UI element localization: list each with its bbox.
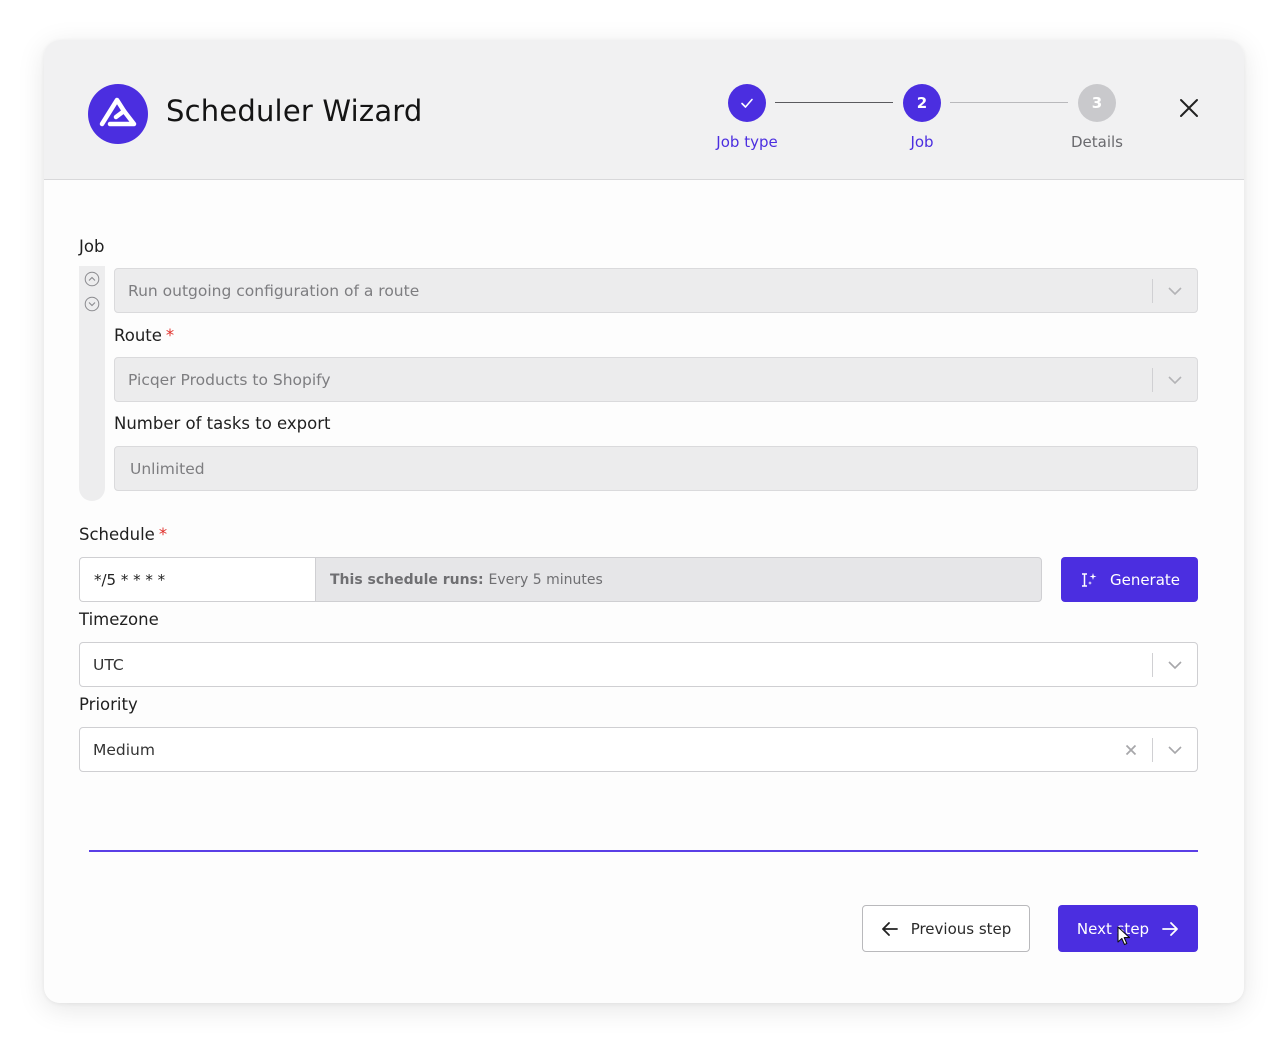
route-select: Picqer Products to Shopify: [114, 357, 1198, 402]
timezone-label: Timezone: [79, 610, 159, 629]
route-select-value: Picqer Products to Shopify: [128, 370, 331, 389]
job-select: Run outgoing configuration of a route: [114, 268, 1198, 313]
arrow-right-icon: [1161, 921, 1179, 937]
cron-expression-input[interactable]: [79, 557, 315, 602]
clear-icon[interactable]: [1110, 727, 1152, 772]
timezone-select-value: UTC: [93, 655, 124, 674]
previous-step-label: Previous step: [910, 919, 1012, 938]
arrow-left-icon: [881, 921, 899, 937]
job-select-value: Run outgoing configuration of a route: [128, 281, 420, 300]
priority-label: Priority: [79, 695, 138, 714]
chevron-down-icon: [1153, 357, 1197, 402]
step-connector-1: [775, 102, 893, 103]
tasks-label: Number of tasks to export: [114, 414, 331, 433]
required-mark: *: [165, 326, 175, 345]
close-icon[interactable]: [1176, 95, 1202, 121]
next-step-label: Next step: [1076, 919, 1150, 938]
schedule-runs-label: This schedule runs:: [330, 571, 484, 588]
chevron-down-icon[interactable]: [1153, 642, 1197, 687]
route-label-text: Route: [114, 326, 162, 345]
chevron-down-icon[interactable]: [1153, 727, 1197, 772]
generate-button[interactable]: Generate: [1061, 557, 1198, 602]
tasks-input: Unlimited: [114, 446, 1198, 491]
step-1-done-icon[interactable]: [728, 84, 766, 122]
step-3-label[interactable]: Details: [1037, 133, 1157, 151]
schedule-label: Schedule *: [79, 525, 167, 544]
priority-select-value: Medium: [93, 740, 155, 759]
priority-select[interactable]: Medium: [79, 727, 1198, 772]
schedule-runs-value: Every 5 minutes: [488, 571, 603, 588]
step-2-label[interactable]: Job: [862, 133, 982, 151]
scheduler-wizard-modal: Scheduler Wizard Job type 2 Job 3 Detail…: [44, 40, 1244, 1003]
timezone-select[interactable]: UTC: [79, 642, 1198, 687]
footer-divider: [89, 850, 1198, 852]
chevron-down-icon: [1153, 268, 1197, 313]
schedule-description: This schedule runs: Every 5 minutes: [315, 557, 1042, 602]
brand-logo-icon: [88, 84, 148, 144]
scroll-up-icon[interactable]: [84, 271, 100, 287]
text-cursor-sparkle-icon: [1079, 570, 1099, 590]
route-label: Route *: [114, 326, 174, 345]
scroll-down-icon[interactable]: [84, 296, 100, 312]
mouse-pointer-icon: [1117, 926, 1131, 950]
step-1-label[interactable]: Job type: [687, 133, 807, 151]
step-connector-2: [950, 102, 1068, 103]
wizard-title: Scheduler Wizard: [166, 94, 423, 128]
step-2-circle[interactable]: 2: [903, 84, 941, 122]
schedule-label-text: Schedule: [79, 525, 155, 544]
job-label: Job: [79, 237, 105, 256]
generate-button-label: Generate: [1109, 570, 1181, 589]
wizard-header: Scheduler Wizard Job type 2 Job 3 Detail…: [44, 40, 1244, 180]
previous-step-button[interactable]: Previous step: [862, 905, 1030, 952]
step-3-circle[interactable]: 3: [1078, 84, 1116, 122]
required-mark: *: [158, 525, 168, 544]
